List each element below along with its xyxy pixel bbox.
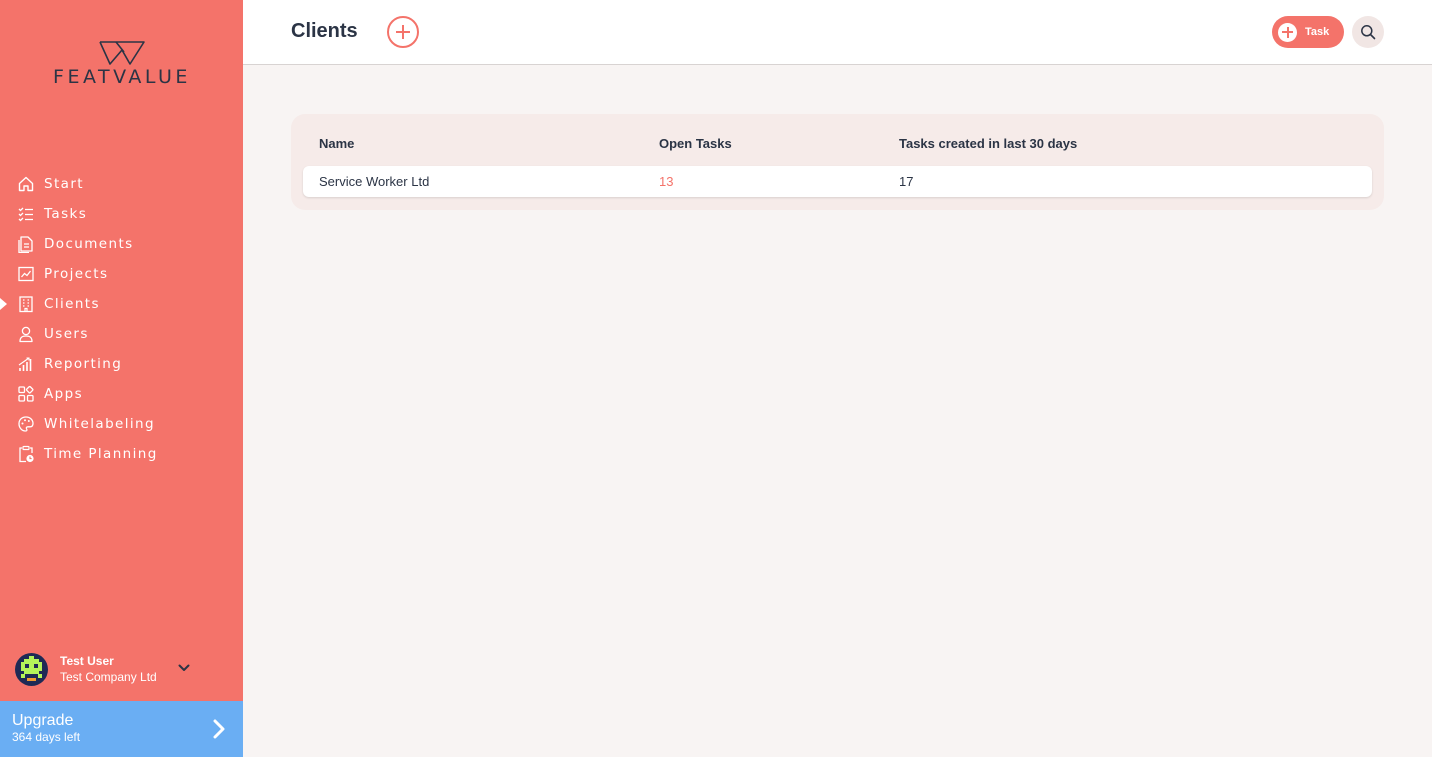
sidebar-item-label: Time Planning — [44, 446, 158, 462]
brand-name: FEATVALUE — [53, 66, 191, 88]
open-tasks-cell[interactable]: 13 — [659, 174, 673, 189]
home-icon — [17, 175, 35, 193]
tasks-30-days-cell: 17 — [899, 174, 914, 189]
sidebar-item-label: Start — [44, 176, 84, 192]
sidebar-item-start[interactable]: Start — [0, 169, 243, 199]
user-menu[interactable]: Test User Test Company Ltd — [15, 651, 230, 687]
user-icon — [17, 325, 35, 343]
sidebar-item-label: Users — [44, 326, 89, 342]
sidebar-item-label: Documents — [44, 236, 134, 252]
document-icon — [17, 235, 35, 253]
search-icon — [1361, 25, 1376, 40]
add-client-button[interactable] — [387, 16, 419, 48]
bar-chart-icon — [17, 355, 35, 373]
search-button[interactable] — [1352, 16, 1384, 48]
palette-icon — [17, 415, 35, 433]
sidebar-item-users[interactable]: Users — [0, 319, 243, 349]
sidebar-item-label: Clients — [44, 296, 100, 312]
sidebar: FEATVALUE Start Tasks Documents Projects — [0, 0, 243, 757]
clients-table: Name Open Tasks Tasks created in last 30… — [291, 114, 1384, 210]
sidebar-item-clients[interactable]: Clients — [0, 289, 243, 319]
page-title: Clients — [291, 20, 358, 42]
project-chart-icon — [17, 265, 35, 283]
table-row[interactable]: Service Worker Ltd 13 17 — [303, 166, 1372, 197]
sidebar-nav: Start Tasks Documents Projects Clients U… — [0, 169, 243, 469]
chevron-down-icon[interactable] — [177, 661, 191, 675]
sidebar-item-documents[interactable]: Documents — [0, 229, 243, 259]
upgrade-title: Upgrade — [12, 712, 74, 729]
column-header-name[interactable]: Name — [319, 136, 354, 151]
client-name-cell[interactable]: Service Worker Ltd — [319, 174, 429, 189]
column-header-tasks-last-30-days[interactable]: Tasks created in last 30 days — [899, 136, 1077, 151]
sidebar-item-label: Apps — [44, 386, 84, 402]
user-info: Test User Test Company Ltd — [60, 653, 157, 685]
sidebar-item-label: Reporting — [44, 356, 123, 372]
clipboard-clock-icon — [17, 445, 35, 463]
user-name: Test User — [60, 654, 114, 668]
user-company: Test Company Ltd — [60, 670, 157, 684]
add-task-button[interactable]: Task — [1272, 16, 1344, 48]
sidebar-item-projects[interactable]: Projects — [0, 259, 243, 289]
top-header: Clients Task — [243, 0, 1432, 65]
building-icon — [17, 295, 35, 313]
sidebar-item-tasks[interactable]: Tasks — [0, 199, 243, 229]
chevron-right-icon — [213, 719, 225, 739]
upgrade-banner[interactable]: Upgrade 364 days left — [0, 701, 243, 757]
sidebar-item-apps[interactable]: Apps — [0, 379, 243, 409]
logo-mark-icon — [99, 41, 145, 65]
apps-grid-icon — [17, 385, 35, 403]
upgrade-days-left: 364 days left — [12, 730, 81, 744]
sidebar-item-label: Tasks — [44, 206, 88, 222]
sidebar-item-whitelabeling[interactable]: Whitelabeling — [0, 409, 243, 439]
sidebar-item-reporting[interactable]: Reporting — [0, 349, 243, 379]
checklist-icon — [17, 205, 35, 223]
avatar — [15, 652, 48, 686]
plus-icon — [1278, 22, 1297, 42]
pixel-avatar-icon — [21, 655, 42, 681]
sidebar-item-label: Whitelabeling — [44, 416, 155, 432]
column-header-open-tasks[interactable]: Open Tasks — [659, 136, 732, 151]
sidebar-item-time-planning[interactable]: Time Planning — [0, 439, 243, 469]
brand-logo[interactable]: FEATVALUE — [36, 40, 208, 88]
sidebar-item-label: Projects — [44, 266, 109, 282]
add-task-label: Task — [1305, 26, 1330, 38]
